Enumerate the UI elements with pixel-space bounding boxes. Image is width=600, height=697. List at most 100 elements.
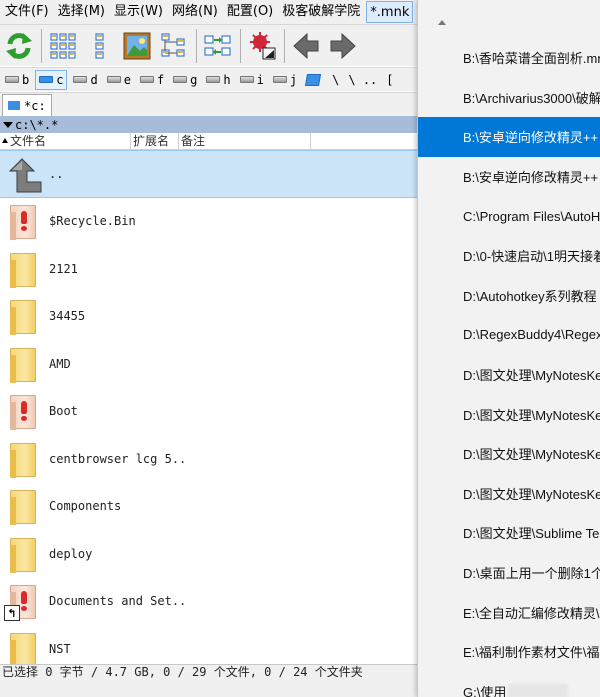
drive-i[interactable]: i <box>237 70 267 90</box>
menu-mnk[interactable]: *.mnk <box>366 1 414 23</box>
menu-item-recent-selected[interactable]: B:\安卓逆向修改精灵++ <box>418 117 600 157</box>
file-manager-window: 文件(F) 选择(M) 显示(W) 网络(N) 配置(O) 极客破解学院 *.m… <box>0 0 600 697</box>
file-row[interactable]: centbrowser lcg 5.. <box>0 435 417 483</box>
menu-select[interactable]: 选择(M) <box>55 1 108 23</box>
menu-file[interactable]: 文件(F) <box>2 1 52 23</box>
menu-item-recent[interactable]: C:\Program Files\AutoH <box>418 196 600 236</box>
drive-bar: b c d e f g h i j \ \ .. [ <box>0 67 417 91</box>
current-path: c:\*.* <box>15 117 59 132</box>
file-name: .. <box>49 166 64 181</box>
image-view-button[interactable] <box>120 29 154 63</box>
menu-scroll-up[interactable] <box>418 0 600 38</box>
menu-network[interactable]: 网络(N) <box>169 1 221 23</box>
bracket-button[interactable]: [ <box>383 70 396 90</box>
sync-dirs-icon <box>204 34 231 56</box>
menu-item-recent[interactable]: D:\RegexBuddy4\Regex <box>418 315 600 355</box>
tab-c-drive[interactable]: *c: <box>2 94 52 116</box>
forward-button[interactable] <box>326 29 360 63</box>
folder-icon <box>4 486 44 526</box>
drive-b[interactable]: b <box>2 70 32 90</box>
toolbar-separator <box>240 28 241 63</box>
drive-icon <box>272 76 287 83</box>
system-folder-icon <box>4 201 44 241</box>
menu-config[interactable]: 配置(O) <box>224 1 276 23</box>
menu-item-recent[interactable]: D:\图文处理\MyNotesKe <box>418 355 600 395</box>
tree-view-button[interactable] <box>157 29 191 63</box>
file-row[interactable]: $Recycle.Bin <box>0 198 417 246</box>
drive-g[interactable]: g <box>170 70 200 90</box>
file-row-parent[interactable]: .. <box>0 150 417 198</box>
file-name: deploy <box>49 546 93 561</box>
windows-drive-icon <box>8 101 20 110</box>
folder-icon <box>4 534 44 574</box>
file-row[interactable]: 2121 <box>0 245 417 293</box>
drive-icon <box>5 76 19 83</box>
refresh-button[interactable] <box>2 29 36 63</box>
redacted-text <box>508 684 569 697</box>
menu-item-recent[interactable]: B:\Archivarius3000\破解 <box>418 78 600 118</box>
folder-icon <box>4 296 44 336</box>
column-extension[interactable]: 扩展名 <box>131 133 179 150</box>
drive-j[interactable]: j <box>270 70 300 90</box>
menu-item-recent[interactable]: B:\香哈菜谱全面剖析.mnk <box>418 38 600 78</box>
file-name: AMD <box>49 356 71 371</box>
grid-view-icon <box>50 32 76 59</box>
drive-c[interactable]: c <box>35 69 68 90</box>
menu-item-recent[interactable]: D:\图文处理\MyNotesKe <box>418 434 600 474</box>
network-drive[interactable] <box>303 70 326 90</box>
toolbar <box>0 24 417 66</box>
back-arrow-icon <box>293 32 319 59</box>
drive-f[interactable]: f <box>137 70 167 90</box>
file-row[interactable]: Components <box>0 483 417 531</box>
config-button[interactable] <box>245 29 279 63</box>
menu-geek-academy[interactable]: 极客破解学院 <box>279 1 363 23</box>
menu-item-recent[interactable]: D:\0-快速启动\1明天接着 <box>418 236 600 276</box>
shortcut-arrow-icon: ↰ <box>4 605 20 622</box>
system-folder-icon <box>4 391 44 431</box>
menu-item-recent[interactable]: B:\安卓逆向修改精灵++ <box>418 157 600 197</box>
menu-item-recent[interactable]: D:\图文处理\MyNotesKe <box>418 394 600 434</box>
parent-dir-button[interactable]: \ .. <box>345 70 380 90</box>
menu-item-recent[interactable]: G:\使用 <box>418 672 600 697</box>
column-note[interactable]: 备注 <box>179 133 311 150</box>
refresh-icon <box>6 32 32 59</box>
root-dir-button[interactable]: \ <box>329 70 342 90</box>
file-row[interactable]: Boot <box>0 388 417 436</box>
drive-h[interactable]: h <box>203 70 233 90</box>
file-row[interactable]: ↰ Documents and Set.. <box>0 578 417 626</box>
file-row[interactable]: AMD <box>0 340 417 388</box>
folder-icon <box>4 344 44 384</box>
file-row[interactable]: NST <box>0 625 417 664</box>
sync-dirs-button[interactable] <box>201 29 235 63</box>
history-dropdown-icon[interactable] <box>3 121 13 128</box>
list-view-icon <box>95 32 104 59</box>
grid-view-button[interactable] <box>46 29 80 63</box>
path-bar[interactable]: c:\*.* <box>0 116 417 133</box>
menu-item-recent[interactable]: D:\图文处理\Sublime Te <box>418 513 600 553</box>
recent-files-menu: B:\香哈菜谱全面剖析.mnk B:\Archivarius3000\破解 B:… <box>417 0 600 697</box>
file-list[interactable]: .. $Recycle.Bin 2121 34455 AMD Boot cent… <box>0 150 417 664</box>
command-line-strip[interactable] <box>0 680 417 697</box>
toolbar-separator <box>41 28 42 63</box>
menu-item-recent[interactable]: E:\福利制作素材文件\福利 <box>418 632 600 672</box>
parent-dir-icon <box>4 154 44 194</box>
file-name: Components <box>49 499 122 514</box>
menu-item-recent[interactable]: D:\Autohotkey系列教程 <box>418 276 600 316</box>
file-row[interactable]: deploy <box>0 530 417 578</box>
file-name: Documents and Set.. <box>49 594 187 609</box>
menu-item-recent[interactable]: E:\全自动汇编修改精灵\ <box>418 592 600 632</box>
drive-d[interactable]: d <box>70 70 100 90</box>
menu-item-recent[interactable]: D:\桌面上用一个删除1个 <box>418 553 600 593</box>
menu-item-recent[interactable]: D:\图文处理\MyNotesKe <box>418 474 600 514</box>
back-button[interactable] <box>289 29 323 63</box>
menubar: 文件(F) 选择(M) 显示(W) 网络(N) 配置(O) 极客破解学院 *.m… <box>0 0 417 24</box>
folder-icon <box>4 249 44 289</box>
drive-e[interactable]: e <box>104 70 134 90</box>
file-row[interactable]: 34455 <box>0 293 417 341</box>
drive-icon <box>139 76 154 83</box>
menu-view[interactable]: 显示(W) <box>111 1 166 23</box>
column-name[interactable]: 文件名 <box>0 133 131 150</box>
scroll-up-icon <box>438 20 446 25</box>
system-folder-link-icon: ↰ <box>4 581 44 622</box>
list-view-button[interactable] <box>83 29 117 63</box>
